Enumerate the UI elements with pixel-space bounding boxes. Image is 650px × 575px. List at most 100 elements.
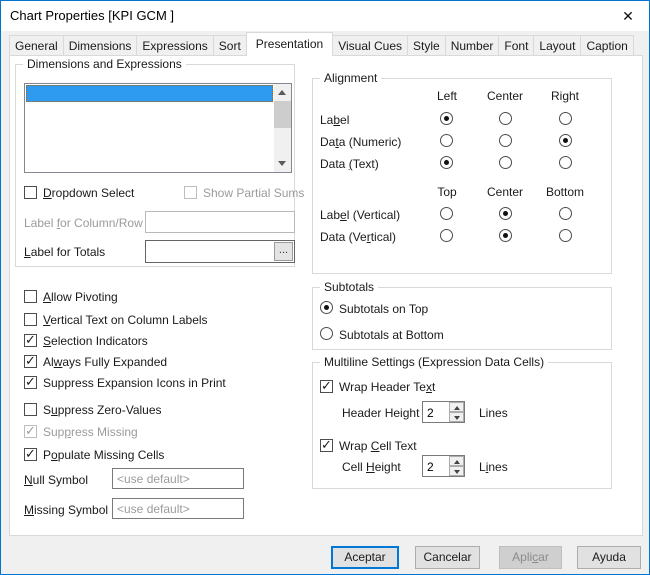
dimensions-expressions-list[interactable] (24, 83, 292, 173)
tab-presentation[interactable]: Presentation (245, 32, 334, 56)
scroll-down-icon[interactable] (274, 155, 291, 172)
vertical-text-checkbox[interactable] (24, 313, 37, 326)
spin-up-icon[interactable] (449, 402, 464, 412)
cell-height-input[interactable] (423, 456, 448, 476)
col-header-bottom: Bottom (545, 185, 584, 199)
data-numeric-center-radio[interactable] (499, 134, 512, 147)
always-fully-expanded-label: Always Fully Expanded (43, 355, 168, 369)
selection-indicators-checkbox[interactable] (24, 332, 37, 348)
data-vertical-bottom-radio[interactable] (559, 229, 572, 242)
label-vertical-center-radio[interactable] (499, 207, 512, 220)
tab-caption[interactable]: Caption (580, 35, 634, 56)
spinner-buttons (449, 402, 464, 422)
tab-visual-cues[interactable]: Visual Cues (332, 35, 409, 56)
header-height-label: Header Height (342, 406, 420, 420)
show-partial-sums-checkbox (184, 186, 197, 199)
tab-style[interactable]: Style (407, 35, 446, 56)
label-center-radio[interactable] (499, 112, 512, 125)
alignment-group: Alignment (312, 71, 612, 274)
group-title: Multiline Settings (Expression Data Cell… (320, 355, 549, 369)
tab-dimensions[interactable]: Dimensions (62, 35, 138, 56)
list-item-selected[interactable] (26, 85, 273, 102)
align-data-text-label: Data (Text) (320, 157, 379, 171)
cell-height-spinner (422, 455, 465, 477)
suppress-missing-label: Suppress Missing (43, 425, 138, 439)
show-partial-sums-label: Show Partial Sums (203, 186, 305, 200)
wrap-cell-text-label: Wrap Cell Text (339, 439, 417, 453)
tab-expressions[interactable]: Expressions (136, 35, 214, 56)
cancelar-button[interactable]: Cancelar (415, 546, 480, 569)
spin-up-icon[interactable] (449, 456, 464, 466)
tab-number[interactable]: Number (444, 35, 500, 56)
suppress-expansion-icons-label: Suppress Expansion Icons in Print (43, 376, 226, 390)
suppress-zero-values-checkbox[interactable] (24, 403, 37, 416)
label-for-column-row-input (145, 211, 295, 233)
label-right-radio[interactable] (559, 112, 572, 125)
list-scrollbar[interactable] (274, 84, 291, 172)
tab-layout[interactable]: Layout (533, 35, 582, 56)
scrollbar-thumb[interactable] (274, 101, 291, 128)
spin-down-icon[interactable] (449, 412, 464, 422)
label-for-totals-label: Label for Totals (24, 245, 106, 259)
data-numeric-right-radio[interactable] (559, 134, 572, 147)
align-data-vertical-label: Data (Vertical) (320, 230, 397, 244)
missing-symbol-input[interactable] (112, 498, 244, 519)
chart-properties-dialog: Chart Properties [KPI GCM ] ✕ General Di… (0, 0, 650, 575)
ayuda-button[interactable]: Ayuda (577, 546, 641, 569)
align-data-numeric-label: Data (Numeric) (320, 135, 402, 149)
presentation-tab-page: Dimensions and Expressions Dropdown Sele… (9, 55, 643, 536)
group-title: Subtotals (320, 280, 379, 294)
suppress-expansion-icons-checkbox[interactable] (24, 374, 37, 390)
always-fully-expanded-checkbox[interactable] (24, 353, 37, 369)
cell-lines-label: Lines (479, 460, 508, 474)
group-title: Alignment (320, 71, 382, 85)
selection-indicators-label: Selection Indicators (43, 334, 148, 348)
window-title: Chart Properties [KPI GCM ] (10, 8, 174, 23)
populate-missing-cells-label: Populate Missing Cells (43, 448, 165, 462)
spinner-buttons (449, 456, 464, 476)
group-title: Dimensions and Expressions (23, 57, 186, 71)
col-header-center: Center (486, 89, 524, 103)
wrap-header-text-checkbox[interactable] (320, 378, 333, 394)
data-text-right-radio[interactable] (559, 156, 572, 169)
wrap-header-text-label: Wrap Header Text (339, 380, 436, 394)
data-text-center-radio[interactable] (499, 156, 512, 169)
dropdown-select-checkbox[interactable] (24, 186, 37, 199)
tab-strip: General Dimensions Expressions Sort Pres… (9, 32, 641, 56)
label-vertical-bottom-radio[interactable] (559, 207, 572, 220)
data-numeric-left-radio[interactable] (440, 134, 453, 147)
tab-font[interactable]: Font (498, 35, 535, 56)
subtotals-at-bottom-radio[interactable] (320, 327, 333, 340)
null-symbol-input[interactable] (112, 468, 244, 489)
scroll-up-icon[interactable] (274, 84, 291, 101)
dropdown-select-label: Dropdown Select (43, 186, 135, 200)
wrap-cell-text-checkbox[interactable] (320, 437, 333, 453)
col-header-left: Left (436, 89, 457, 103)
close-icon[interactable]: ✕ (618, 6, 638, 26)
data-vertical-center-radio[interactable] (499, 229, 512, 242)
subtotals-at-bottom-label: Subtotals at Bottom (339, 328, 444, 342)
label-for-column-row-label: Label for Column/Row (24, 216, 143, 230)
header-height-input[interactable] (423, 402, 448, 422)
data-vertical-top-radio[interactable] (440, 229, 453, 242)
label-left-radio[interactable] (440, 112, 453, 125)
align-label-row-label: Label (320, 113, 350, 127)
label-vertical-top-radio[interactable] (440, 207, 453, 220)
missing-symbol-label: Missing Symbol (24, 503, 109, 517)
suppress-missing-checkbox (24, 423, 37, 439)
tab-general[interactable]: General (9, 35, 64, 56)
tab-sort[interactable]: Sort (212, 35, 247, 56)
spin-down-icon[interactable] (449, 466, 464, 476)
allow-pivoting-label: Allow Pivoting (43, 290, 118, 304)
subtotals-on-top-label: Subtotals on Top (339, 302, 429, 316)
label-for-totals-input[interactable] (145, 240, 295, 263)
null-symbol-label: Null Symbol (24, 473, 89, 487)
browse-ellipsis-button[interactable]: ... (274, 242, 293, 261)
allow-pivoting-checkbox[interactable] (24, 290, 37, 303)
data-text-left-radio[interactable] (440, 156, 453, 169)
align-label-vertical-label: Label (Vertical) (320, 208, 401, 222)
subtotals-on-top-radio[interactable] (320, 301, 333, 314)
populate-missing-cells-checkbox[interactable] (24, 446, 37, 462)
aceptar-button[interactable]: Aceptar (331, 546, 399, 569)
col-header-top: Top (437, 185, 457, 199)
